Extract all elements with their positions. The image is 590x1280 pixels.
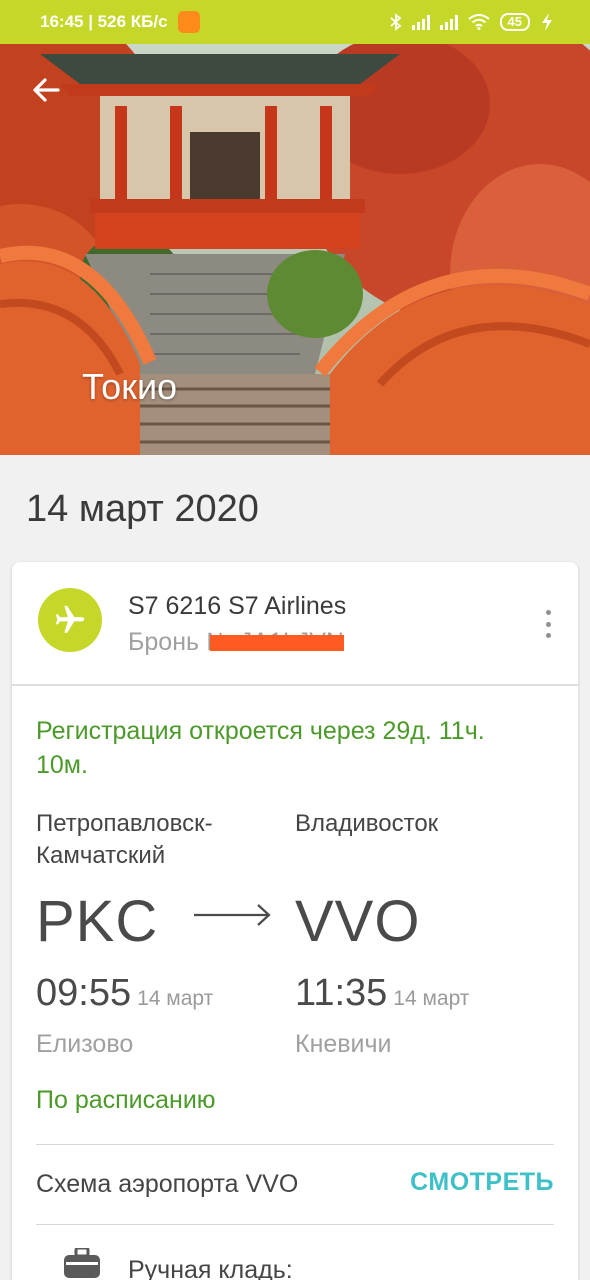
departure-date: 14 март <box>137 987 214 1010</box>
route-arrow-icon <box>194 904 271 926</box>
view-airport-map-button[interactable]: СМОТРЕТЬ <box>410 1168 554 1197</box>
wifi-icon <box>467 14 490 30</box>
signal-icon <box>411 14 430 30</box>
departure-time-row: 09:55 14 март <box>36 972 213 1015</box>
status-time-speed: 16:45 | 526 КБ/с <box>40 12 168 31</box>
luggage-icon <box>64 1248 100 1278</box>
status-icons: 45 <box>389 13 554 31</box>
flight-status: По расписанию <box>36 1086 216 1114</box>
arrival-time: 11:35 <box>295 972 388 1014</box>
arrival-time-row: 11:35 14 март <box>295 972 469 1015</box>
departure-city: Петропавловск-Камчатский <box>36 810 213 869</box>
more-options-button[interactable] <box>536 610 560 638</box>
divider <box>36 1224 554 1225</box>
bluetooth-icon <box>389 13 401 31</box>
arrival-city: Владивосток <box>295 810 439 837</box>
arrival-airport-name: Кневичи <box>295 1030 392 1058</box>
app-notification-icon <box>177 11 200 33</box>
more-vert-icon <box>545 610 551 615</box>
flight-avatar <box>38 588 102 652</box>
arrival-airport-code: VVO <box>295 889 421 954</box>
back-arrow-icon <box>33 78 60 102</box>
status-time-speed-group: 16:45 | 526 КБ/с <box>40 11 200 33</box>
arrival-date: 14 март <box>393 987 470 1010</box>
airport-map-label: Схема аэропорта VVO <box>36 1170 299 1198</box>
trip-date-heading: 14 март 2020 <box>26 488 259 530</box>
booking-redaction-mark <box>209 635 344 652</box>
flight-title: S7 6216 S7 Airlines <box>128 592 347 620</box>
departure-airport-code: PKC <box>36 889 159 954</box>
charging-icon <box>542 13 552 31</box>
departure-airport-name: Елизово <box>36 1030 134 1058</box>
destination-hero-image: Токио <box>0 44 590 455</box>
flight-card-header: S7 6216 S7 Airlines Бронь № JA1LJVN <box>12 562 578 686</box>
divider <box>36 1144 554 1145</box>
battery-icon: 45 <box>499 13 530 31</box>
checkin-countdown: Регистрация откроется через 29д. 11ч. 10… <box>36 717 485 779</box>
booking-number-row: Бронь № JA1LJVN <box>128 628 344 657</box>
carry-on-baggage-label: Ручная кладь: <box>128 1256 293 1280</box>
flight-card[interactable]: S7 6216 S7 Airlines Бронь № JA1LJVN Реги… <box>12 562 578 1280</box>
destination-city-title: Токио <box>82 366 178 407</box>
status-bar: 16:45 | 526 КБ/с 45 <box>0 0 590 44</box>
back-button[interactable] <box>28 72 64 108</box>
plane-icon <box>55 605 85 633</box>
signal-icon-2 <box>439 14 458 30</box>
departure-time: 09:55 <box>36 972 132 1014</box>
